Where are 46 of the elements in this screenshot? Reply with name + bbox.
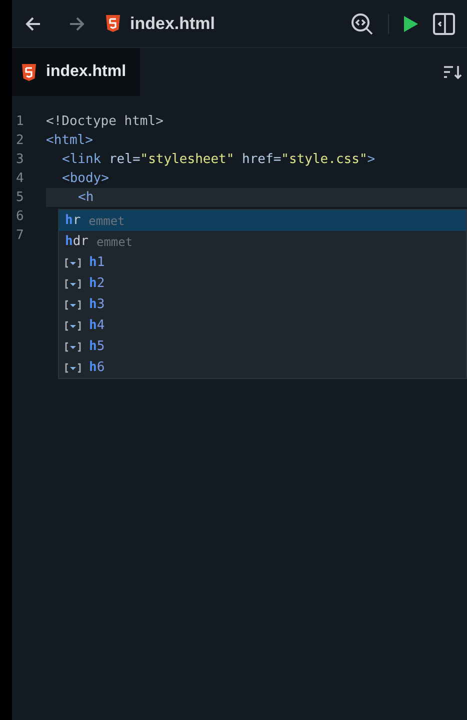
code-line: <body> (62, 170, 109, 188)
snippet-icon (65, 362, 81, 372)
line-number: 4 (15, 170, 25, 188)
html5-icon (106, 15, 120, 32)
snippet-icon (65, 300, 81, 310)
code-line: <!Doctype html> (46, 112, 164, 131)
forward-arrow-icon[interactable] (68, 16, 86, 32)
suggestion-item[interactable]: h4 (59, 315, 466, 336)
run-icon[interactable] (403, 14, 419, 32)
suggestion-item[interactable]: h3 (59, 294, 466, 315)
file-tab[interactable]: index.html (12, 48, 140, 96)
line-number: 2 (15, 132, 25, 150)
line-number: 7 (15, 226, 25, 245)
suggestion-label: h r (65, 212, 81, 230)
suggestion-label: h6 (89, 358, 105, 377)
suggestion-label: h2 (89, 274, 105, 293)
line-number: 1 (15, 112, 25, 131)
snippet-icon (65, 320, 81, 330)
code-line: <h (78, 188, 94, 207)
sort-icon[interactable] (443, 64, 463, 80)
line-number: 6 (15, 208, 25, 226)
code-line: <html> (46, 132, 93, 150)
suggestion-item[interactable]: h5 (59, 336, 466, 357)
search-code-icon[interactable] (350, 12, 374, 36)
suggestion-item[interactable]: h2 (59, 273, 466, 294)
suggestion-item[interactable]: h1 (59, 252, 466, 273)
suggestion-label: h5 (89, 338, 105, 356)
suggestion-item[interactable]: h r emmet (59, 210, 466, 231)
file-title: index.html (130, 12, 216, 35)
suggestion-label: h1 (89, 254, 105, 272)
line-number: 3 (15, 150, 25, 169)
suggestion-label: h4 (89, 316, 105, 335)
suggestion-detail: emmet (88, 212, 125, 230)
snippet-icon (65, 342, 81, 352)
suggestion-detail: emmet (96, 234, 133, 250)
line-number: 5 (15, 188, 25, 207)
suggestion-item[interactable]: h6 (59, 357, 466, 378)
snippet-icon (65, 278, 81, 288)
side-panel-icon[interactable] (433, 12, 455, 34)
suggestion-label: hdr (65, 232, 88, 251)
back-arrow-icon[interactable] (24, 16, 42, 32)
snippet-icon (65, 258, 81, 268)
suggestion-item[interactable]: hdr emmet (59, 231, 466, 252)
suggestion-label: h3 (89, 296, 105, 314)
html5-icon (22, 64, 36, 80)
code-line: <link rel="stylesheet" href="style.css"> (62, 150, 376, 169)
